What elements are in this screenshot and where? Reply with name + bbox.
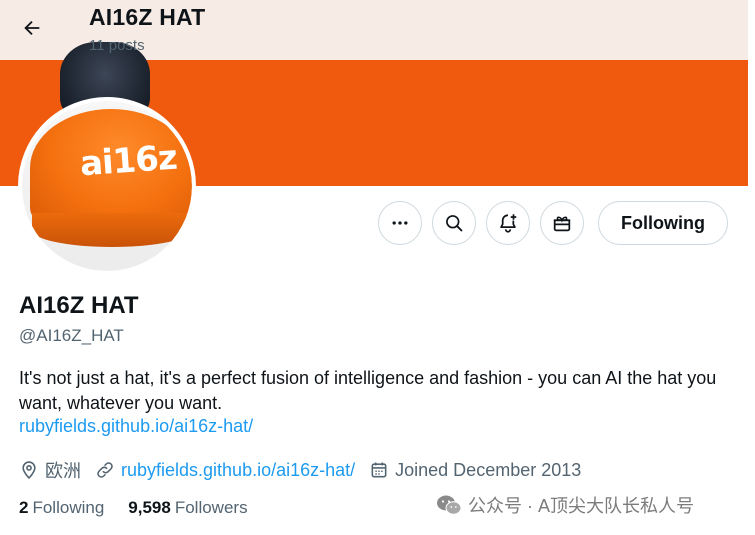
more-button[interactable]	[378, 201, 422, 245]
avatar-image: ai16z	[22, 101, 192, 271]
back-button[interactable]	[14, 10, 50, 46]
calendar-icon	[371, 462, 387, 478]
avatar[interactable]: ai16z	[18, 97, 196, 275]
joined-text: Joined December 2013	[395, 459, 582, 480]
profile-handle: @AI16Z_HAT	[19, 326, 124, 345]
gift-icon	[553, 216, 571, 232]
following-button[interactable]: Following	[598, 201, 728, 245]
cap-logo-text: ai16z	[78, 137, 178, 185]
post-count: 11 posts	[89, 37, 145, 54]
search-icon	[446, 215, 463, 232]
profile-meta: 欧洲 rubyfields.github.io/ai16z-hat/ Joine…	[19, 457, 595, 483]
joined-item: Joined December 2013	[369, 460, 581, 481]
more-icon	[392, 221, 408, 225]
cap-brim	[32, 213, 192, 247]
website-item[interactable]: rubyfields.github.io/ai16z-hat/	[95, 460, 355, 481]
location-item: 欧洲	[19, 457, 81, 483]
bell-plus-icon	[500, 214, 517, 233]
location-text: 欧洲	[45, 461, 81, 481]
following-label: Following	[32, 498, 105, 517]
website-link[interactable]: rubyfields.github.io/ai16z-hat/	[121, 460, 355, 481]
follow-stats: 2 Following 9,598 Followers	[19, 498, 272, 518]
location-pin-icon	[22, 461, 36, 480]
following-stat[interactable]: 2 Following	[19, 498, 104, 518]
arrow-left-icon	[24, 20, 40, 36]
followers-label: Followers	[174, 498, 248, 517]
wechat-icon	[437, 495, 462, 515]
profile-actions	[378, 201, 584, 245]
wechat-watermark: 公众号 · A顶尖大队长私人号	[436, 492, 694, 518]
search-button[interactable]	[432, 201, 476, 245]
profile-header: AI16Z HAT 11 posts	[0, 0, 748, 60]
bio-link[interactable]: rubyfields.github.io/ai16z-hat/	[19, 416, 253, 437]
profile-name: AI16Z HAT	[19, 292, 139, 319]
header-title: AI16Z HAT	[89, 4, 206, 30]
followers-stat[interactable]: 9,598 Followers	[128, 498, 247, 518]
subscribe-button[interactable]	[540, 201, 584, 245]
followers-count: 9,598	[128, 498, 171, 517]
watermark-text: 公众号 · A顶尖大队长私人号	[468, 496, 695, 516]
following-count: 2	[19, 498, 29, 517]
notifications-button[interactable]	[486, 201, 530, 245]
link-icon	[97, 462, 113, 478]
profile-bio: It's not just a hat, it's a perfect fusi…	[19, 368, 717, 413]
